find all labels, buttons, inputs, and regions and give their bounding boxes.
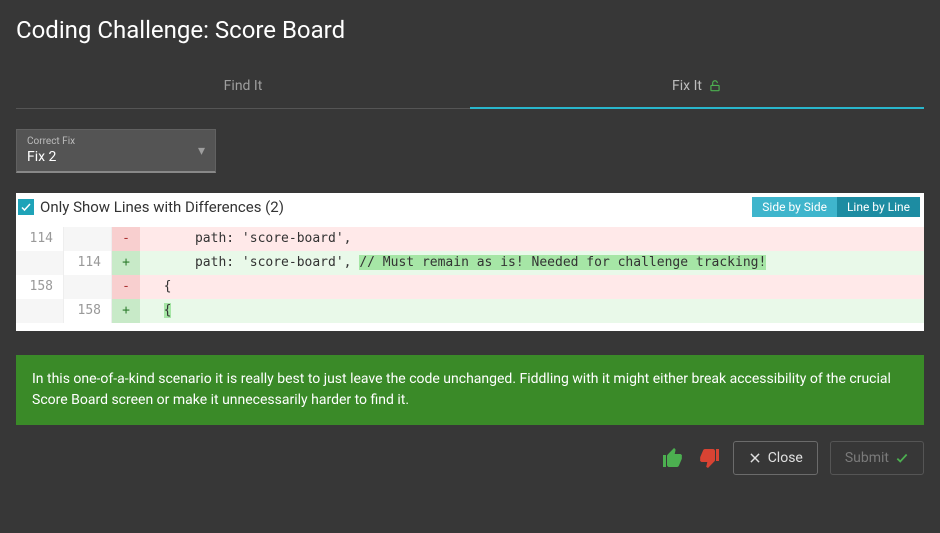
submit-button[interactable]: Submit — [830, 441, 924, 475]
dropdown-label: Correct Fix — [27, 136, 179, 147]
correct-fix-dropdown[interactable]: Correct Fix Fix 2 ▾ — [16, 129, 216, 173]
unlock-icon — [708, 79, 722, 93]
only-diff-label: Only Show Lines with Differences (2) — [40, 198, 284, 216]
submit-label: Submit — [845, 450, 889, 466]
tabs: Find It Fix It — [16, 68, 924, 109]
view-mode-toggle: Side by Side Line by Line — [752, 197, 920, 217]
view-line-by-line[interactable]: Line by Line — [837, 197, 920, 217]
diff-row: 114 - path: 'score-board', — [16, 227, 924, 251]
checkbox-checked-icon — [18, 199, 34, 215]
diff-body: 114- path: 'score-board',114+ path: 'sco… — [16, 227, 924, 323]
diff-sign: - — [112, 275, 140, 299]
new-line-number — [64, 275, 112, 299]
chevron-down-icon: ▾ — [198, 143, 205, 159]
diff-panel: Only Show Lines with Differences (2) Sid… — [16, 193, 924, 331]
new-line-number: 114 — [64, 251, 112, 275]
code-line: path: 'score-board', — [140, 227, 924, 251]
code-line: path: 'score-board', // Must remain as i… — [140, 251, 924, 275]
diff-row: 114+ path: 'score-board', // Must remain… — [16, 251, 924, 275]
code-line: { — [140, 299, 924, 323]
tab-fix-label: Fix It — [672, 78, 702, 94]
thumbs-up-icon[interactable] — [661, 446, 685, 470]
only-diff-toggle[interactable]: Only Show Lines with Differences (2) — [18, 198, 284, 216]
new-line-number: 158 — [64, 299, 112, 323]
info-message: In this one-of-a-kind scenario it is rea… — [16, 355, 924, 425]
old-line-number — [16, 251, 64, 275]
old-line-number: 114 — [16, 227, 64, 251]
tab-find-label: Find It — [224, 78, 263, 94]
close-icon — [748, 451, 762, 465]
tab-fix-it[interactable]: Fix It — [470, 68, 924, 108]
old-line-number — [16, 299, 64, 323]
check-icon — [895, 451, 909, 465]
diff-row: 158+ { — [16, 299, 924, 323]
diff-row: 158 - { — [16, 275, 924, 299]
view-side-by-side[interactable]: Side by Side — [752, 197, 837, 217]
action-bar: Close Submit — [16, 441, 924, 475]
code-line: { — [140, 275, 924, 299]
old-line-number: 158 — [16, 275, 64, 299]
diff-sign: + — [112, 251, 140, 275]
tab-find-it[interactable]: Find It — [16, 68, 470, 108]
new-line-number — [64, 227, 112, 251]
page-title: Coding Challenge: Score Board — [16, 16, 924, 44]
dropdown-value: Fix 2 — [27, 149, 179, 165]
diff-sign: + — [112, 299, 140, 323]
thumbs-down-icon[interactable] — [697, 446, 721, 470]
close-label: Close — [768, 450, 803, 466]
close-button[interactable]: Close — [733, 441, 818, 475]
diff-sign: - — [112, 227, 140, 251]
